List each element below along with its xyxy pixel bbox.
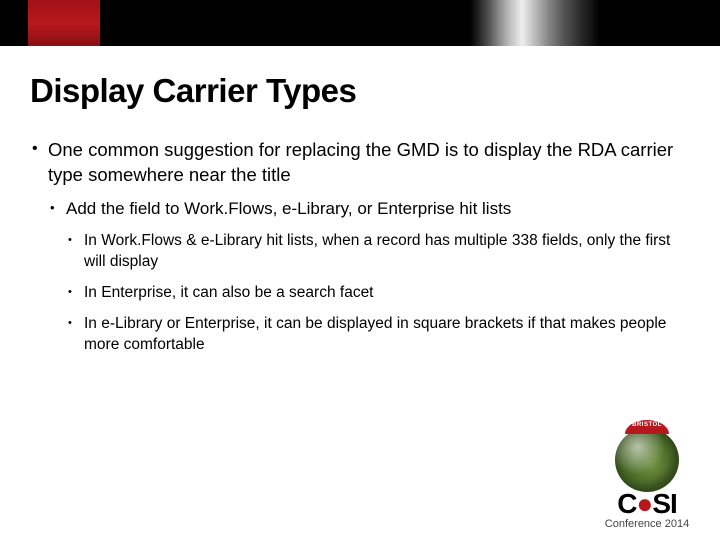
bullet-level3: In Enterprise, it can also be a search f… [66, 283, 690, 304]
wordmark-pre: C [617, 488, 636, 519]
bullet-text: In Enterprise, it can also be a search f… [84, 284, 374, 301]
bullet-level3: In e-Library or Enterprise, it can be di… [66, 314, 690, 356]
logo-banner: BRISTOL [632, 422, 662, 428]
bullet-level1: One common suggestion for replacing the … [30, 138, 690, 355]
bullet-level2: Add the field to Work.Flows, e-Library, … [48, 198, 690, 356]
logo-subtext: Conference 2014 [588, 518, 706, 530]
top-accent [28, 0, 100, 46]
conference-logo: BRISTOL C●SI Conference 2014 [588, 428, 706, 530]
bullet-text: Add the field to Work.Flows, e-Library, … [66, 199, 511, 218]
bullet-text: In e-Library or Enterprise, it can be di… [84, 315, 666, 353]
top-bar [0, 0, 720, 46]
wordmark-globe-o: ● [636, 488, 652, 519]
bullet-text: One common suggestion for replacing the … [48, 139, 673, 185]
slide-content: One common suggestion for replacing the … [30, 138, 690, 355]
bullet-level3: In Work.Flows & e-Library hit lists, whe… [66, 231, 690, 273]
logo-wordmark: C●SI [588, 488, 706, 520]
slide-title: Display Carrier Types [30, 72, 720, 110]
top-gradient [470, 0, 600, 46]
bullet-text: In Work.Flows & e-Library hit lists, whe… [84, 232, 670, 270]
wordmark-post: SI [652, 488, 676, 519]
globe-icon: BRISTOL [615, 428, 679, 492]
